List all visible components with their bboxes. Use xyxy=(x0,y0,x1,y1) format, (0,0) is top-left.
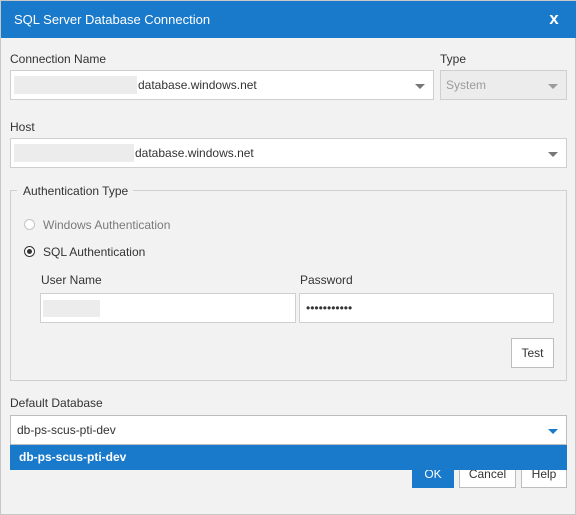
connection-name-combobox[interactable]: database.windows.net xyxy=(10,70,434,100)
windows-auth-label[interactable]: Windows Authentication xyxy=(43,218,170,232)
redacted-text xyxy=(43,300,100,317)
connection-name-value: database.windows.net xyxy=(138,78,257,92)
host-value: database.windows.net xyxy=(135,146,254,160)
password-value: ••••••••••• xyxy=(306,301,353,315)
windows-auth-radio[interactable] xyxy=(24,219,35,230)
host-label: Host xyxy=(10,120,35,134)
close-icon[interactable]: x xyxy=(545,9,563,29)
default-database-value: db-ps-scus-pti-dev xyxy=(17,423,116,437)
password-input[interactable]: ••••••••••• xyxy=(299,293,554,323)
test-button[interactable]: Test xyxy=(511,338,554,368)
default-database-dropdown-list: db-ps-scus-pti-dev xyxy=(10,445,567,470)
sql-auth-label[interactable]: SQL Authentication xyxy=(43,245,145,259)
redacted-text xyxy=(14,76,137,94)
host-combobox[interactable]: database.windows.net xyxy=(10,138,567,168)
default-database-label: Default Database xyxy=(10,396,103,410)
connection-name-label: Connection Name xyxy=(10,52,107,66)
type-value: System xyxy=(446,78,487,92)
type-label: Type xyxy=(440,52,467,66)
default-database-combobox[interactable]: db-ps-scus-pti-dev xyxy=(10,415,567,445)
chevron-down-icon[interactable] xyxy=(548,429,558,434)
dialog-titlebar: SQL Server Database Connection x xyxy=(1,1,576,38)
sql-connection-dialog: SQL Server Database Connection x Connect… xyxy=(0,0,576,515)
chevron-down-icon[interactable] xyxy=(415,84,425,89)
chevron-down-icon[interactable] xyxy=(548,152,558,157)
password-label: Password xyxy=(300,273,353,287)
username-label: User Name xyxy=(41,273,102,287)
username-input[interactable] xyxy=(40,293,296,323)
dropdown-option[interactable]: db-ps-scus-pti-dev xyxy=(19,445,126,470)
sql-auth-radio[interactable] xyxy=(24,246,35,257)
authentication-legend: Authentication Type xyxy=(17,184,134,198)
redacted-text xyxy=(14,144,134,162)
dialog-title: SQL Server Database Connection xyxy=(14,12,211,27)
type-select[interactable]: System xyxy=(440,70,567,100)
chevron-down-icon[interactable] xyxy=(548,84,558,89)
